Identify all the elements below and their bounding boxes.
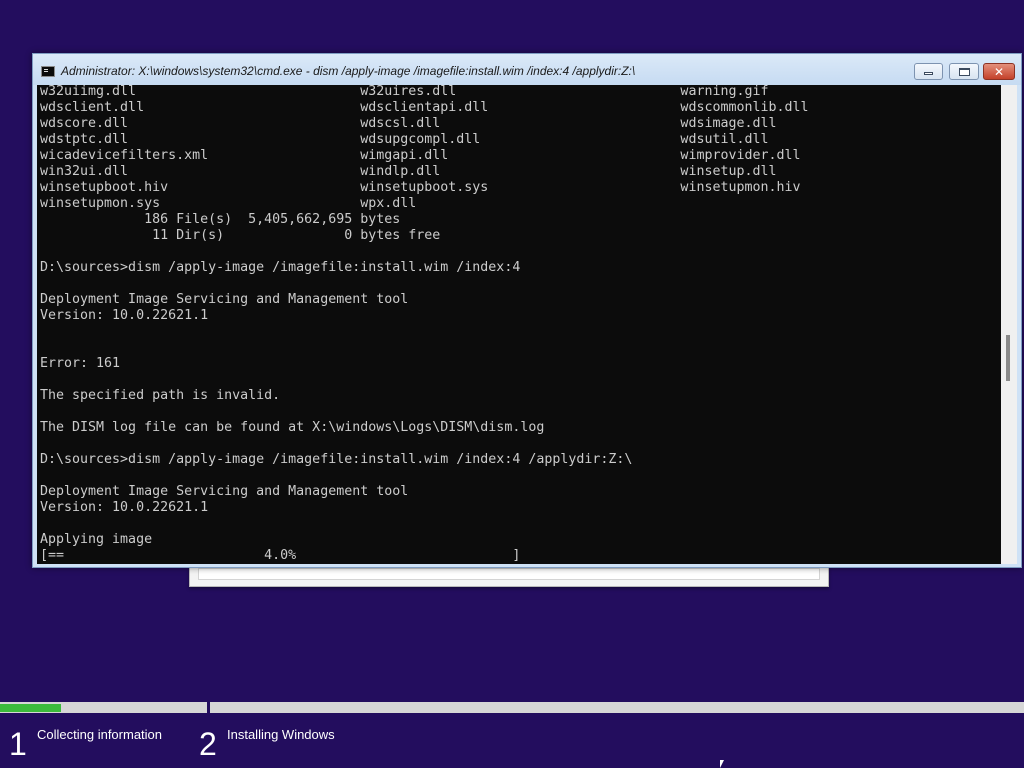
console-output[interactable]: w32uiimg.dll w32uires.dll warning.gif wds…: [37, 85, 1001, 564]
scrollbar-thumb[interactable]: [1006, 335, 1010, 381]
close-button[interactable]: ✕: [983, 63, 1015, 80]
console-line: Version: 10.0.22621.1: [40, 308, 209, 323]
console-line: The specified path is invalid.: [40, 388, 281, 403]
close-icon: ✕: [993, 64, 1005, 79]
console-line: Version: 10.0.22621.1: [40, 500, 209, 515]
step-label-installing: Installing Windows: [227, 727, 335, 742]
console-line: D:\sources>dism /apply-image /imagefile:…: [40, 452, 633, 467]
console-line: w32uiimg.dll w32uires.dll warning.gif: [40, 85, 769, 99]
setup-progress-bar: [0, 700, 1024, 714]
maximize-button[interactable]: [949, 63, 979, 80]
window-title: Administrator: X:\windows\system32\cmd.e…: [61, 64, 636, 78]
console-line: The DISM log file can be found at X:\win…: [40, 420, 545, 435]
console-line: winsetupmon.sys wpx.dll: [40, 196, 417, 211]
console-line: 186 File(s) 5,405,662,695 bytes: [40, 212, 401, 227]
console-line: Deployment Image Servicing and Managemen…: [40, 292, 409, 307]
setup-dialog-remnant: [189, 566, 829, 587]
minimize-button[interactable]: [914, 63, 943, 80]
console-line: win32ui.dll windlp.dll winsetup.dll: [40, 164, 777, 179]
console-line: Error: 161: [40, 356, 121, 371]
setup-progress-fill: [0, 704, 62, 712]
cmd-window[interactable]: Administrator: X:\windows\system32\cmd.e…: [32, 53, 1022, 568]
cmd-icon: [41, 66, 55, 77]
setup-dialog-field: [198, 568, 820, 580]
console-text: w32uiimg.dll w32uires.dll warning.gif wds…: [40, 85, 809, 564]
step-number-2: 2: [199, 726, 217, 762]
mouse-cursor-icon: [720, 760, 728, 768]
minimize-icon: [924, 72, 933, 75]
console-line: winsetupboot.hiv winsetupboot.sys winset…: [40, 180, 801, 195]
step-number-1: 1: [9, 726, 27, 762]
console-line: Deployment Image Servicing and Managemen…: [40, 484, 409, 499]
maximize-icon: [958, 67, 970, 76]
console-line: 11 Dir(s) 0 bytes free: [40, 228, 441, 243]
console-line: wdscore.dll wdscsl.dll wdsimage.dll: [40, 116, 777, 131]
console-line: [== 4.0% ]: [40, 548, 521, 563]
console-line: wdsclient.dll wdsclientapi.dll wdscommon…: [40, 100, 809, 115]
step-label-collecting: Collecting information: [37, 727, 163, 742]
console-line: Applying image: [40, 532, 153, 547]
console-scrollbar[interactable]: [1001, 85, 1017, 564]
setup-progress-divider: [207, 700, 210, 714]
console-line: D:\sources>dism /apply-image /imagefile:…: [40, 260, 521, 275]
title-bar[interactable]: Administrator: X:\windows\system32\cmd.e…: [33, 54, 1021, 85]
console-line: wicadevicefilters.xml wimgapi.dll wimpro…: [40, 148, 801, 163]
console-line: wdstptc.dll wdsupgcompl.dll wdsutil.dll: [40, 132, 769, 147]
